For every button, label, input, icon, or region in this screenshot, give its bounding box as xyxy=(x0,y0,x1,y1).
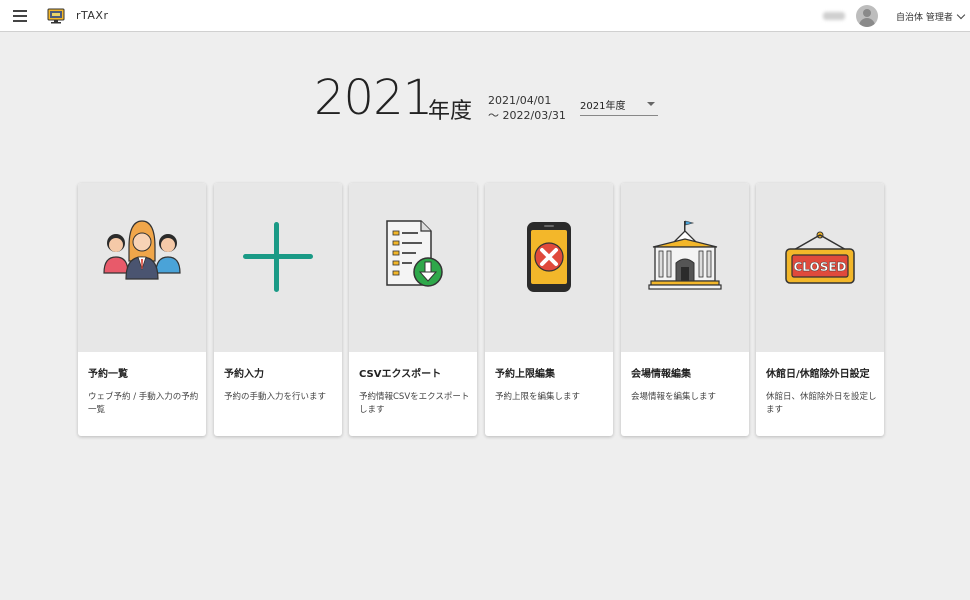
card-description: 予約上限を編集します xyxy=(495,392,581,402)
fiscal-year-select-value: 2021年度 xyxy=(580,101,626,112)
app-logo-icon[interactable] xyxy=(47,8,65,24)
plus-icon xyxy=(243,222,313,292)
card-title: 予約入力 xyxy=(224,369,264,380)
document-download-icon xyxy=(386,220,443,287)
card-reservation-list[interactable]: 予約一覧 ウェブ予約 / 手動入力の予約一覧 xyxy=(78,183,206,436)
start-date: 2021/04/01 xyxy=(488,94,552,107)
card-title: 休館日/休館除外日設定 xyxy=(766,369,870,380)
user-name-blurred xyxy=(823,12,845,20)
fiscal-year-date-range: 2021/04/01 ～ 2022/03/31 xyxy=(488,93,566,123)
card-description: 会場情報を編集します xyxy=(631,392,717,402)
card-thumbnail xyxy=(621,183,749,352)
card-closed-day-settings[interactable]: CLOSED 休館日/休館除外日設定 休館日、休館除外日を設定します xyxy=(756,183,884,436)
closed-sign-icon: CLOSED xyxy=(785,231,855,284)
card-description: 予約の手動入力を行います xyxy=(224,392,327,402)
card-title: 予約上限編集 xyxy=(495,369,555,380)
card-csv-export[interactable]: CSVエクスポート 予約情報CSVをエクスポートします xyxy=(349,183,477,436)
hamburger-menu-icon[interactable] xyxy=(13,10,27,22)
card-title: 会場情報編集 xyxy=(631,369,691,380)
card-thumbnail xyxy=(214,183,342,352)
closed-sign-text: CLOSED xyxy=(793,260,846,274)
card-description: ウェブ予約 / 手動入力の予約一覧 xyxy=(88,392,199,415)
card-thumbnail xyxy=(78,183,206,352)
building-icon xyxy=(648,220,722,290)
dropdown-arrow-icon xyxy=(647,102,655,106)
card-thumbnail xyxy=(485,183,613,352)
card-title: 予約一覧 xyxy=(88,369,128,380)
card-thumbnail: CLOSED xyxy=(756,183,884,352)
fiscal-year-number: 2021 xyxy=(314,70,433,126)
card-description: 休館日、休館除外日を設定します xyxy=(766,392,877,415)
phone-cancel-icon xyxy=(527,222,571,292)
fiscal-year-suffix: 年度 xyxy=(428,99,473,124)
fiscal-year-select[interactable]: 2021年度 xyxy=(580,97,658,116)
card-venue-info-edit[interactable]: 会場情報編集 会場情報を編集します xyxy=(621,183,749,436)
card-reservation-input[interactable]: 予約入力 予約の手動入力を行います xyxy=(214,183,342,436)
user-avatar-icon[interactable] xyxy=(856,5,878,27)
card-reservation-limit-edit[interactable]: 予約上限編集 予約上限を編集します xyxy=(485,183,613,436)
user-name: 自治体 管理者 xyxy=(896,13,953,23)
card-title: CSVエクスポート xyxy=(359,369,442,380)
end-date: ～ 2022/03/31 xyxy=(488,109,566,122)
chevron-down-icon xyxy=(956,10,966,20)
card-description: 予約情報CSVをエクスポートします xyxy=(359,392,470,415)
people-group-icon xyxy=(103,220,181,280)
app-name[interactable]: rTAXr xyxy=(76,9,108,22)
top-app-bar: rTAXr 自治体 管理者 xyxy=(0,0,970,32)
card-thumbnail xyxy=(349,183,477,352)
user-menu[interactable]: 自治体 管理者 xyxy=(896,10,966,23)
